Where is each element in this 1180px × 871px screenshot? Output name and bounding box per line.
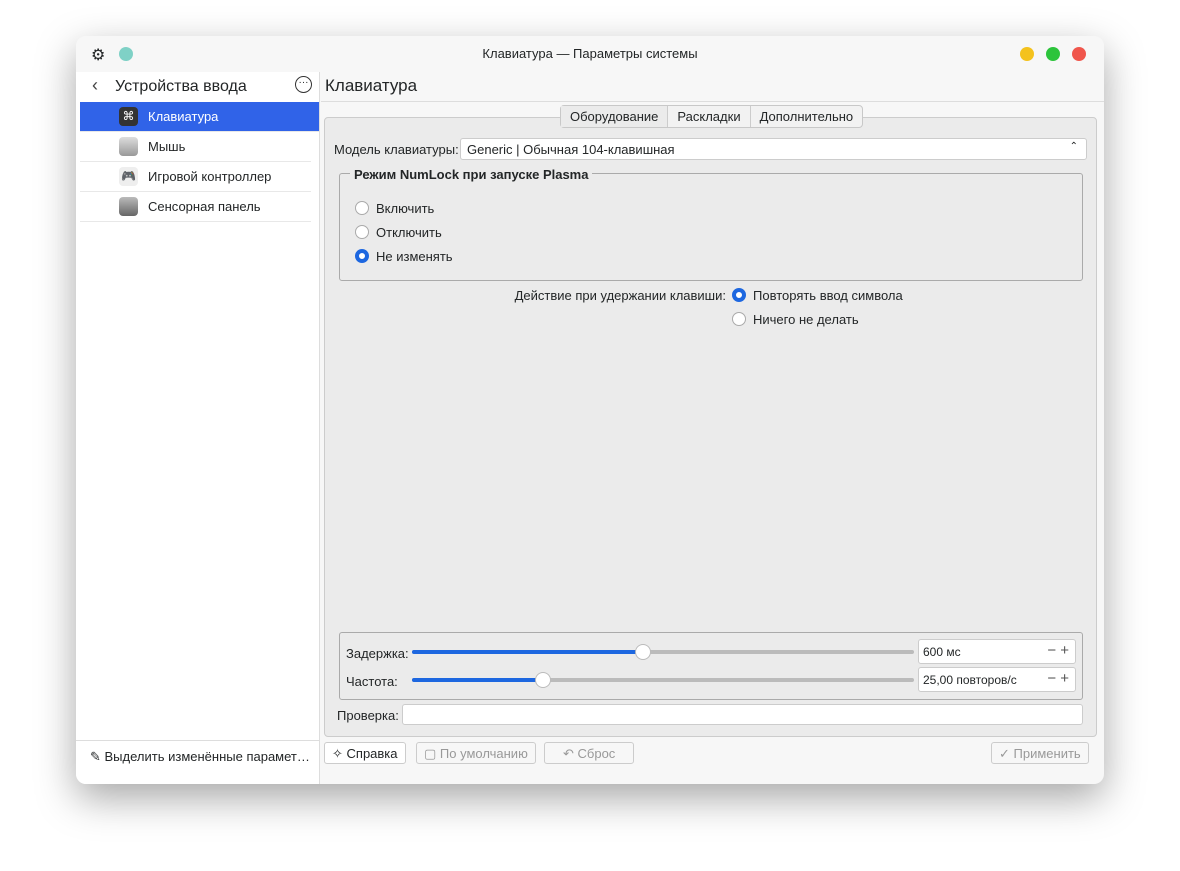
sidebar-item-keyboard[interactable]: ⌘ Клавиатура: [80, 102, 319, 132]
delay-label: Задержка:: [346, 646, 409, 661]
highlight-changed-button[interactable]: ✎ Выделить изменённые парамет…: [76, 740, 319, 770]
close-button[interactable]: [1072, 47, 1086, 61]
numlock-off-radio[interactable]: [355, 225, 369, 239]
repeat-settings-group: Задержка: 600 мс − + Частота: 25,00 повто…: [339, 632, 1083, 700]
sidebar-item-label: Мышь: [148, 139, 186, 154]
numlock-unchanged-radio[interactable]: [355, 249, 369, 263]
help-label: Справка: [346, 746, 398, 761]
help-icon: ✧: [332, 746, 347, 761]
check-icon: ✓: [999, 746, 1014, 761]
back-icon[interactable]: ‹: [92, 75, 98, 96]
numlock-off-label: Отключить: [376, 225, 442, 240]
delay-value: 600 мс: [923, 645, 961, 659]
tab-hardware[interactable]: Оборудование: [561, 106, 669, 127]
touchpad-icon: [119, 197, 138, 216]
apply-label: Применить: [1013, 746, 1081, 761]
minus-plus-icons[interactable]: − +: [1047, 642, 1069, 659]
rate-value: 25,00 повторов/с: [923, 673, 1017, 687]
repeat-radio[interactable]: [732, 288, 746, 302]
minimize-button[interactable]: [1020, 47, 1034, 61]
updown-icon: ⌃: [1069, 141, 1078, 152]
window-title: Клавиатура — Параметры системы: [482, 46, 698, 61]
settings-window: ⚙ Клавиатура — Параметры системы ‹ Устро…: [76, 36, 1104, 784]
undo-icon: ↶: [563, 746, 578, 761]
sidebar: ‹ Устройства ввода ··· ⌘ Клавиатура Мышь …: [76, 72, 320, 784]
reset-button[interactable]: ↶ Сброс: [544, 742, 634, 764]
defaults-label: По умолчанию: [439, 746, 528, 761]
rate-label: Частота:: [346, 674, 398, 689]
apply-button[interactable]: ✓ Применить: [991, 742, 1089, 764]
minus-plus-icons[interactable]: − +: [1047, 670, 1069, 687]
defaults-button[interactable]: ▢ По умолчанию: [416, 742, 536, 764]
sidebar-title: Устройства ввода: [115, 78, 247, 95]
main-area: Клавиатура Оборудование Раскладки Дополн…: [321, 72, 1104, 784]
reset-label: Сброс: [577, 746, 616, 761]
numlock-unchanged-label: Не изменять: [376, 249, 453, 264]
nothing-radio[interactable]: [732, 312, 746, 326]
repeat-label: Повторять ввод символа: [753, 288, 903, 303]
maximize-button[interactable]: [1046, 47, 1060, 61]
sidebar-item-label: Клавиатура: [148, 109, 219, 124]
keyboard-icon: ⌘: [119, 107, 138, 126]
sidebar-item-touchpad[interactable]: Сенсорная панель: [80, 192, 311, 222]
hold-label: Действие при удержании клавиши:: [514, 288, 726, 303]
page-title: Клавиатура: [321, 72, 1104, 102]
rate-slider[interactable]: [412, 672, 914, 688]
keyboard-model-select[interactable]: Generic | Обычная 104-клавишная ⌃: [460, 138, 1087, 160]
model-label: Модель клавиатуры:: [334, 142, 459, 157]
tab-advanced[interactable]: Дополнительно: [751, 106, 863, 127]
numlock-on-label: Включить: [376, 201, 435, 216]
rate-slider-thumb[interactable]: [534, 672, 551, 688]
rate-spinbox[interactable]: 25,00 повторов/с − +: [918, 667, 1076, 692]
sidebar-item-label: Игровой контроллер: [148, 169, 272, 184]
test-label: Проверка:: [337, 708, 399, 723]
tab-bar: Оборудование Раскладки Дополнительно: [560, 105, 864, 128]
test-input[interactable]: [402, 704, 1083, 725]
sidebar-item-label: Сенсорная панель: [148, 199, 261, 214]
delay-slider[interactable]: [412, 644, 914, 660]
numlock-on-radio[interactable]: [355, 201, 369, 215]
sidebar-item-game-controller[interactable]: 🎮 Игровой контроллер: [80, 162, 311, 192]
defaults-icon: ▢: [424, 746, 440, 761]
help-button[interactable]: ✧ Справка: [324, 742, 406, 764]
highlight-changed-label: Выделить изменённые парамет…: [104, 749, 310, 764]
sidebar-item-mouse[interactable]: Мышь: [80, 132, 311, 162]
title-bar: ⚙ Клавиатура — Параметры системы: [76, 36, 1104, 72]
more-options-icon[interactable]: ···: [295, 76, 312, 93]
model-value: Generic | Обычная 104-клавишная: [467, 142, 675, 157]
mouse-icon: [119, 137, 138, 156]
numlock-group: Режим NumLock при запуске Plasma Включит…: [339, 167, 1083, 281]
delay-spinbox[interactable]: 600 мс − +: [918, 639, 1076, 664]
nothing-label: Ничего не делать: [753, 312, 859, 327]
rate-slider-fill: [412, 678, 543, 682]
hardware-panel: Модель клавиатуры: Generic | Обычная 104…: [324, 117, 1097, 737]
delay-slider-fill: [412, 650, 643, 654]
pencil-icon: ✎: [90, 749, 105, 764]
delay-slider-thumb[interactable]: [634, 644, 651, 660]
tab-layouts[interactable]: Раскладки: [668, 106, 751, 127]
numlock-title: Режим NumLock при запуске Plasma: [350, 167, 593, 182]
gamepad-icon: 🎮: [119, 167, 138, 186]
